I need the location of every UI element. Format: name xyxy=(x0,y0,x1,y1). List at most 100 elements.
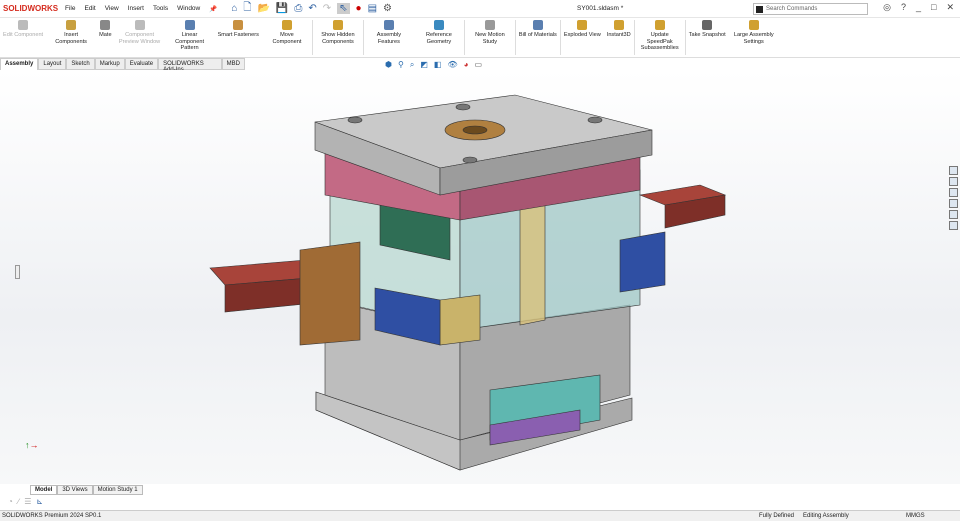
triad-axis-icon: ↑→ xyxy=(25,440,39,450)
linear-component-pattern-button[interactable]: Linear Component Pattern xyxy=(165,18,215,57)
tab-markup[interactable]: Markup xyxy=(94,58,125,70)
assembly-features-button[interactable]: Assembly Features xyxy=(364,18,414,57)
graphics-area[interactable]: ↑→ xyxy=(0,70,960,484)
tab-model[interactable]: Model xyxy=(30,485,58,495)
smart-fasteners-button[interactable]: Smart Fasteners xyxy=(215,18,262,57)
tab-3d-views[interactable]: 3D Views xyxy=(57,485,93,495)
task-pane xyxy=(949,166,958,230)
button-label: Update SpeedPak Subassemblies xyxy=(640,32,679,51)
button-label: Exploded View xyxy=(563,32,601,38)
assembly-features-icon xyxy=(383,20,394,30)
display-style-icon[interactable]: ◧ xyxy=(434,60,442,70)
units-selector[interactable]: MMGS xyxy=(906,513,925,519)
sketch-tool-icon[interactable]: ◔ xyxy=(8,497,13,506)
menu-edit[interactable]: Edit xyxy=(84,5,95,13)
tab-sketch[interactable]: Sketch xyxy=(66,58,95,70)
zoom-fit-icon[interactable]: ⚲ xyxy=(398,60,404,70)
line-tool-icon[interactable]: ∕ xyxy=(18,497,19,506)
redo-icon[interactable]: ↷ xyxy=(323,3,331,14)
menu-tools[interactable]: Tools xyxy=(153,5,168,13)
section-view-icon[interactable]: ◩ xyxy=(420,60,428,70)
reference-geometry-button[interactable]: Reference Geometry xyxy=(414,18,464,57)
appearance-icon[interactable]: ◕ xyxy=(464,60,469,70)
heads-up-view-toolbar: ⬢ ⚲ ⌕ ◩ ◧ 👁 ◕ ▭ xyxy=(385,60,482,70)
close-button[interactable]: ✕ xyxy=(946,2,954,13)
menu-insert[interactable]: Insert xyxy=(128,5,144,13)
quick-access-toolbar: ⌂ 🗋 📂 💾 ⎙ ↶ ↷ ⇖ ● ▤ ⚙ xyxy=(231,0,392,17)
show-hidden-components-button[interactable]: Show Hidden Components xyxy=(313,18,363,57)
edit-component-button[interactable]: Edit Component xyxy=(0,18,46,57)
component-preview-window-button[interactable]: Component Preview Window xyxy=(115,18,165,57)
move-component-button[interactable]: Move Component xyxy=(262,18,312,57)
title-bar: SOLIDWORKS File Edit View Insert Tools W… xyxy=(0,0,960,18)
help-icon[interactable]: ? xyxy=(901,2,906,13)
appearances-icon[interactable] xyxy=(949,210,958,219)
new-document-icon[interactable]: 🗋 xyxy=(243,0,251,17)
insert-components-button[interactable]: Insert Components xyxy=(46,18,96,57)
mold-assembly-model[interactable] xyxy=(0,70,960,484)
button-label: Mate xyxy=(99,32,112,38)
resources-icon[interactable] xyxy=(949,177,958,186)
exploded-view-icon xyxy=(577,20,588,30)
file-explorer-icon[interactable] xyxy=(949,199,958,208)
instant3d-button[interactable]: Instant3D xyxy=(604,18,634,57)
mate-button[interactable]: Mate xyxy=(96,18,114,57)
save-icon[interactable]: 💾 xyxy=(276,3,288,14)
tab-motion-study[interactable]: Motion Study 1 xyxy=(92,485,143,495)
linear-component-pattern-icon xyxy=(184,20,195,30)
take-snapshot-icon xyxy=(702,20,713,30)
scene-icon[interactable]: ▭ xyxy=(474,60,482,70)
update-speedpak-subassemblies-icon xyxy=(654,20,665,30)
new-motion-study-icon xyxy=(484,20,495,30)
home-icon[interactable]: ⌂ xyxy=(231,3,237,14)
menu-bar: File Edit View Insert Tools Window 📌 xyxy=(65,5,217,13)
minimize-button[interactable]: _ xyxy=(916,2,921,13)
menu-window[interactable]: Window xyxy=(177,5,200,13)
menu-view[interactable]: View xyxy=(105,5,119,13)
hide-show-icon[interactable]: 👁 xyxy=(447,60,457,70)
options-gear-icon[interactable]: ⚙ xyxy=(383,3,392,14)
button-label: Edit Component xyxy=(3,32,44,38)
design-library-icon[interactable] xyxy=(949,188,958,197)
custom-properties-icon[interactable] xyxy=(949,221,958,230)
pin-icon[interactable]: 📌 xyxy=(209,5,217,13)
user-icon[interactable]: ◎ xyxy=(883,2,891,13)
new-motion-study-button[interactable]: New Motion Study xyxy=(465,18,515,57)
tab-mbd[interactable]: MBD xyxy=(221,58,245,70)
status-bar: SOLIDWORKS Premium 2024 SP0.1 Fully Defi… xyxy=(0,510,960,521)
tab-evaluate[interactable]: Evaluate xyxy=(124,58,159,70)
tab-layout[interactable]: Layout xyxy=(38,58,67,70)
select-icon[interactable]: ⇖ xyxy=(337,3,350,14)
open-icon[interactable]: 📂 xyxy=(257,3,269,14)
rebuild-icon[interactable]: ● xyxy=(356,3,362,14)
zoom-area-icon[interactable]: ⌕ xyxy=(410,60,414,70)
undo-icon[interactable]: ↶ xyxy=(308,3,316,14)
edit-component-icon xyxy=(18,20,29,30)
search-commands-input[interactable]: Search Commands xyxy=(753,3,868,15)
tab-assembly[interactable]: Assembly xyxy=(0,58,39,70)
maximize-button[interactable]: □ xyxy=(931,2,936,13)
definition-status: Fully Defined xyxy=(759,513,795,519)
command-tabs: Assembly Layout Sketch Markup Evaluate S… xyxy=(0,58,245,73)
bill-of-materials-icon xyxy=(532,20,543,30)
button-label: Show Hidden Components xyxy=(321,32,355,45)
print-icon[interactable]: ⎙ xyxy=(294,3,302,14)
document-title: SY001.sldasm * xyxy=(577,5,624,12)
tab-addins[interactable]: SOLIDWORKS Add-Ins xyxy=(158,58,222,73)
exploded-view-button[interactable]: Exploded View xyxy=(561,18,604,57)
take-snapshot-button[interactable]: Take Snapshot xyxy=(686,18,729,57)
menu-file[interactable]: File xyxy=(65,5,75,13)
update-speedpak-subassemblies-button[interactable]: Update SpeedPak Subassemblies xyxy=(635,18,685,57)
move-component-icon xyxy=(281,20,292,30)
solidworks-logo: SOLIDWORKS xyxy=(3,4,59,13)
grid-icon[interactable]: ☰ xyxy=(24,497,31,506)
relations-icon[interactable]: ⊾ xyxy=(36,497,43,506)
button-label: Reference Geometry xyxy=(426,32,452,45)
bill-of-materials-button[interactable]: Bill of Materials xyxy=(516,18,560,57)
viewport-collapse-handle[interactable] xyxy=(15,265,20,279)
home-task-icon[interactable] xyxy=(949,166,958,175)
button-label: Linear Component Pattern xyxy=(175,32,205,51)
file-properties-icon[interactable]: ▤ xyxy=(368,3,377,14)
view-orientation-icon[interactable]: ⬢ xyxy=(385,60,392,70)
large-assembly-settings-button[interactable]: Large Assembly Settings xyxy=(729,18,779,57)
